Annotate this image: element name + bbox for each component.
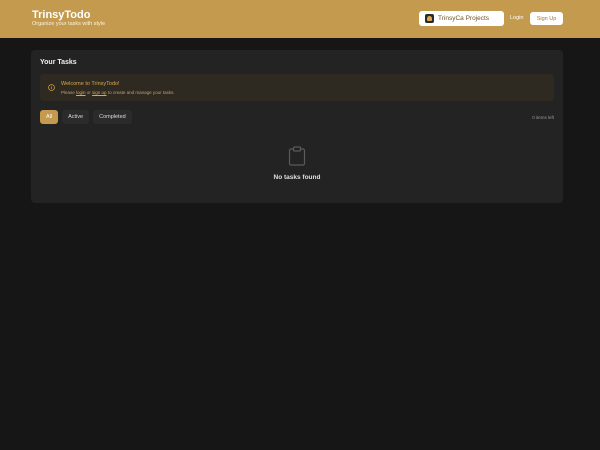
filter-tabs: All Active Completed xyxy=(40,110,132,124)
app-header: TrinsyTodo Organize your tasks with styl… xyxy=(0,0,600,38)
filter-completed-button[interactable]: Completed xyxy=(93,110,132,124)
notice-text-prefix: Please xyxy=(61,90,77,95)
tasks-card: Your Tasks Welcome to TrinsyTodo! Please… xyxy=(31,50,563,203)
empty-state-message: No tasks found xyxy=(273,174,321,181)
trinsyca-logo-icon xyxy=(425,14,434,23)
signup-button[interactable]: Sign Up xyxy=(530,12,563,25)
projects-button-label: TrinsyCa Projects xyxy=(438,15,490,22)
app-title[interactable]: TrinsyTodo xyxy=(32,9,90,21)
clipboard-icon xyxy=(288,146,306,166)
filter-all-button[interactable]: All xyxy=(40,110,59,124)
welcome-notice: Welcome to TrinsyTodo! Please login or s… xyxy=(40,74,554,101)
notice-text-suffix: to create and manage your tasks. xyxy=(106,90,175,95)
app-tagline: Organize your tasks with style xyxy=(32,21,106,27)
notice-login-link[interactable]: login xyxy=(76,90,86,95)
notice-heading: Welcome to TrinsyTodo! xyxy=(61,81,120,87)
items-left-count: 0 items left xyxy=(532,115,554,120)
tasks-title: Your Tasks xyxy=(40,59,77,66)
notice-signup-link[interactable]: sign up xyxy=(92,90,107,95)
login-link[interactable]: Login xyxy=(510,15,523,21)
filter-active-button[interactable]: Active xyxy=(62,110,90,124)
info-icon xyxy=(48,84,55,91)
notice-body: Please login or sign up to create and ma… xyxy=(61,90,175,95)
projects-button[interactable]: TrinsyCa Projects xyxy=(419,11,504,26)
